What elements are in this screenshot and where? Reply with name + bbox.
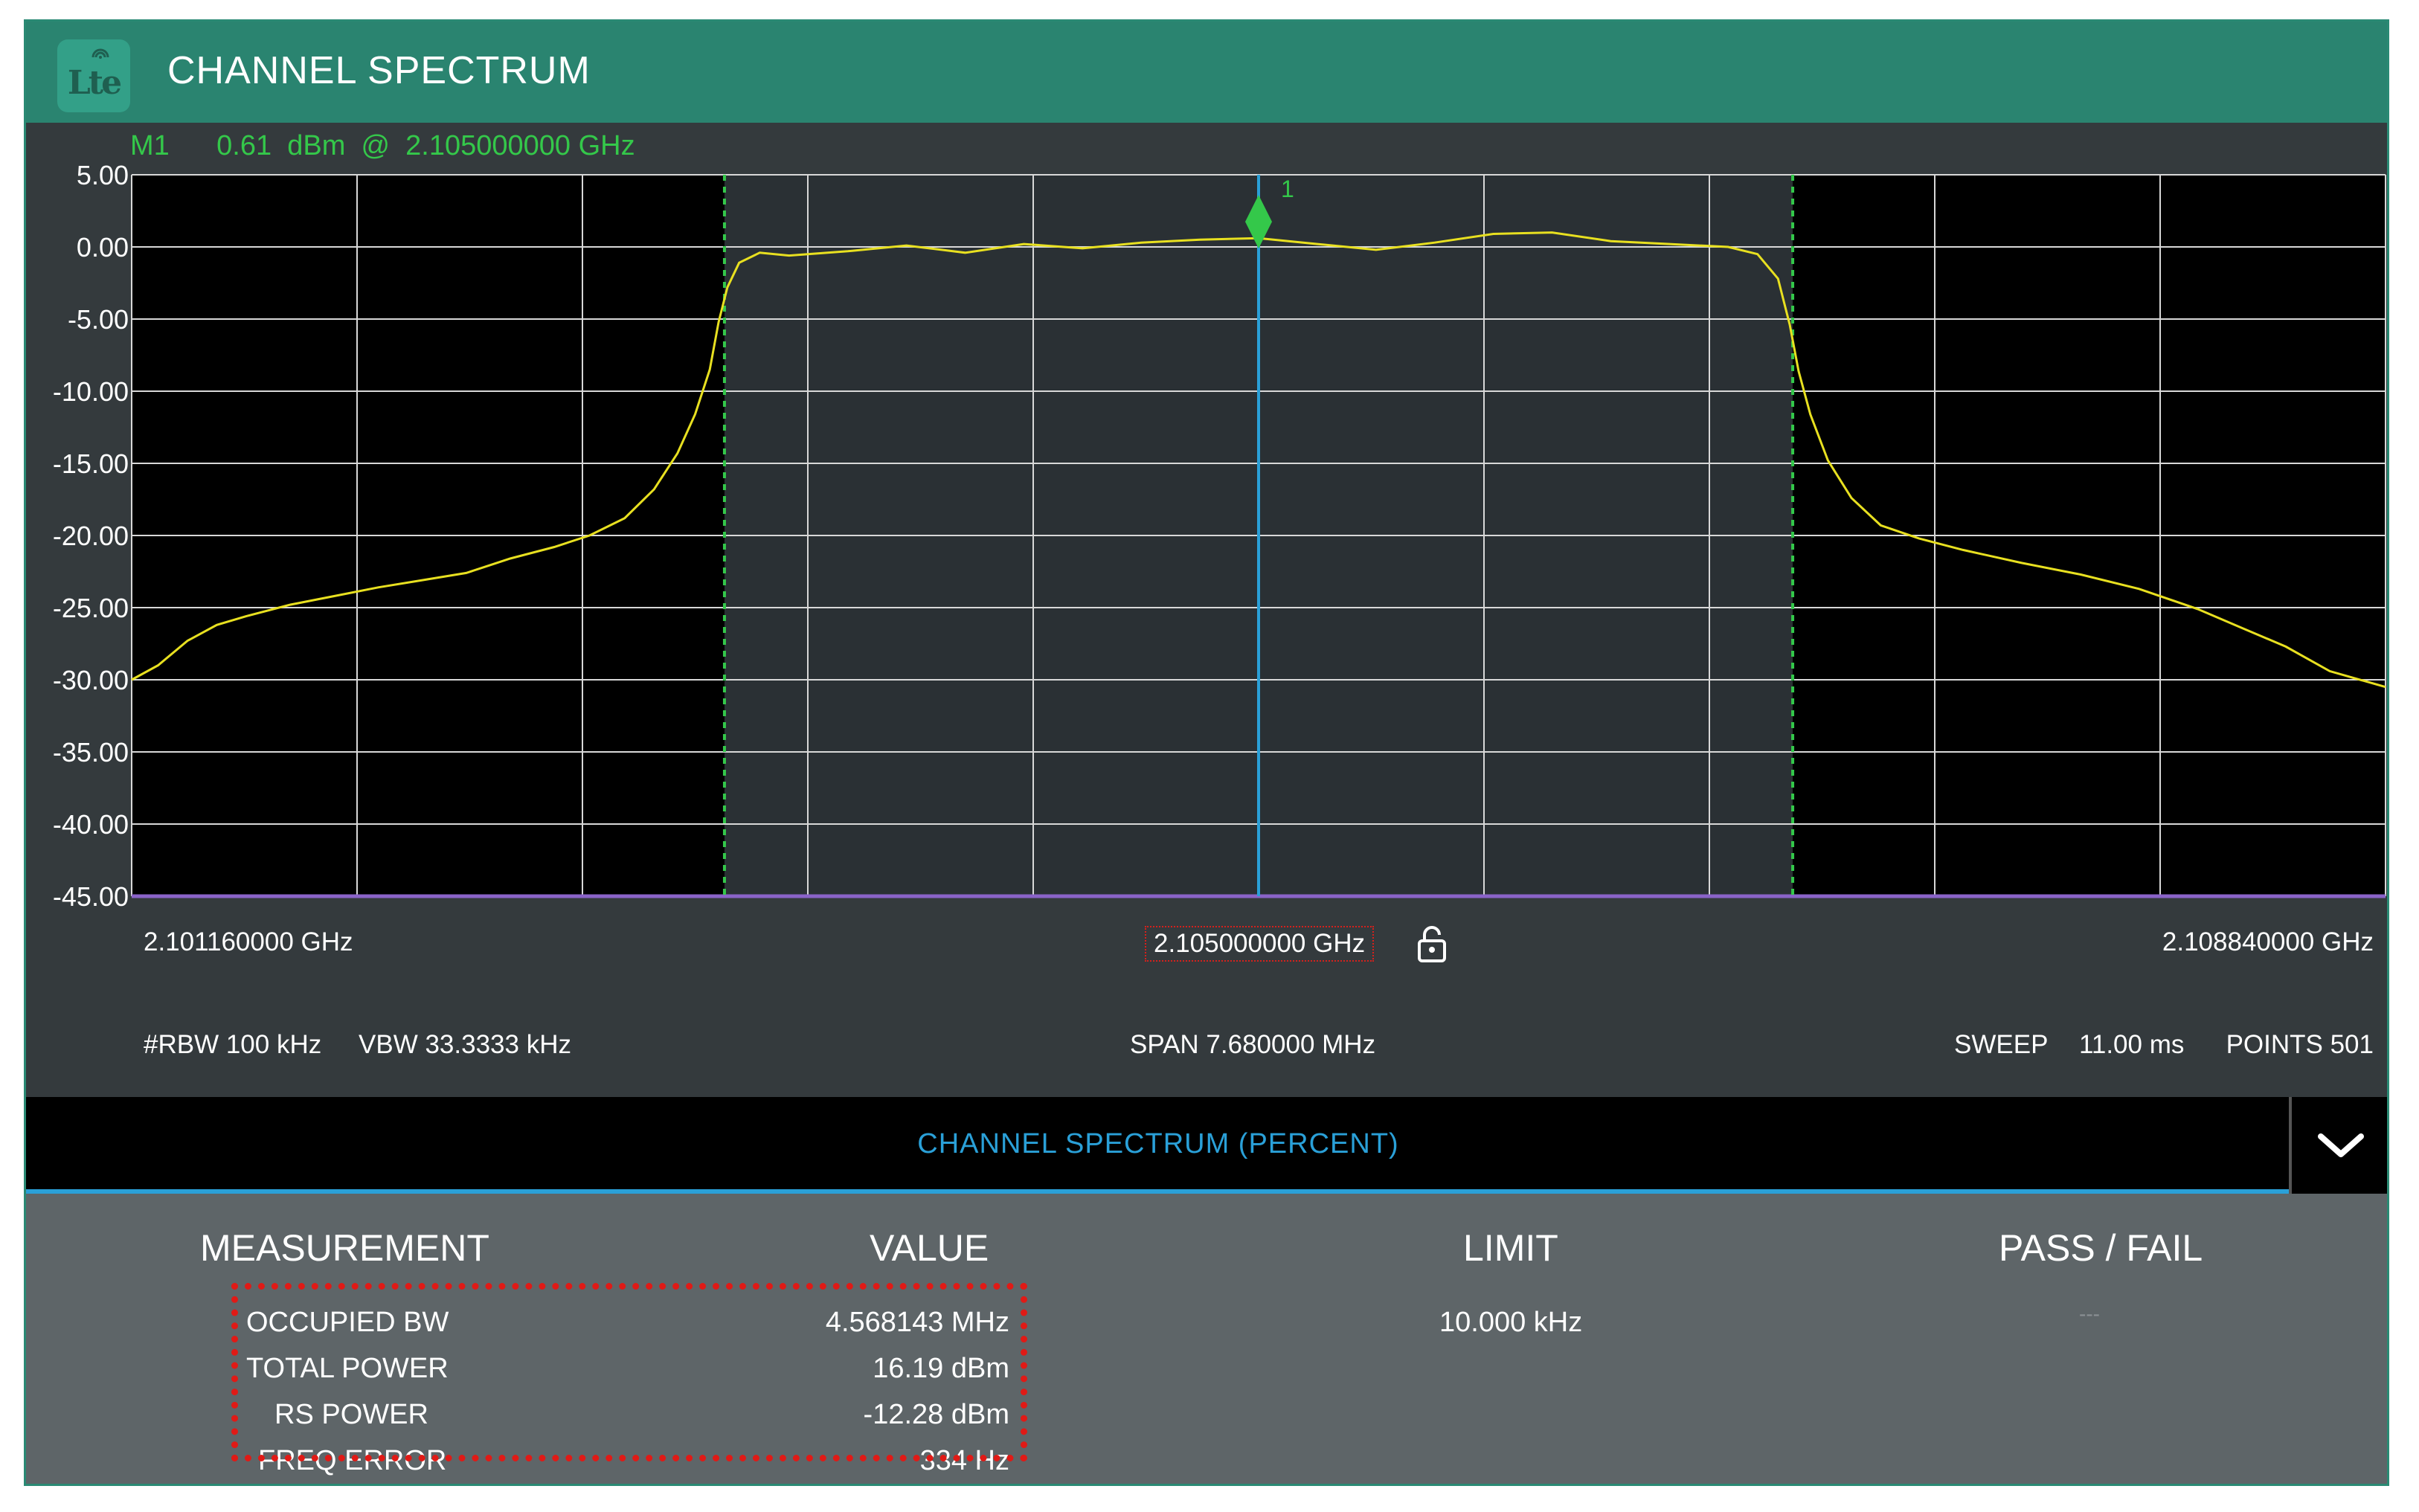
y-tick-label: -5.00 [68, 304, 129, 335]
y-tick-label: -45.00 [53, 881, 129, 912]
y-tick-label: -30.00 [53, 665, 129, 695]
y-tick-label: -25.00 [53, 593, 129, 623]
y-tick-label: -20.00 [53, 521, 129, 551]
header-measurement: MEASUREMENT [200, 1227, 489, 1269]
chevron-down-icon[interactable] [2289, 1097, 2387, 1194]
app-window: Lte CHANNEL SPECTRUM M1 0.61 dBm @ 2.105… [24, 19, 2389, 1486]
highlight-annotation [231, 1283, 1027, 1461]
y-tick-label: 5.00 [77, 160, 129, 190]
start-frequency: 2.101160000 GHz [144, 927, 353, 956]
y-tick-label: -40.00 [53, 809, 129, 840]
y-tick-label: -35.00 [53, 737, 129, 768]
center-frequency[interactable]: 2.105000000 GHz [1145, 926, 1375, 962]
tab-channel-spectrum-percent[interactable]: CHANNEL SPECTRUM (PERCENT) [26, 1128, 2290, 1160]
header-limit: LIMIT [1463, 1227, 1558, 1269]
vbw-setting[interactable]: VBW 33.3333 kHz [359, 1030, 571, 1060]
marker-number: 1 [1281, 176, 1294, 202]
y-tick-label: -10.00 [53, 376, 129, 407]
y-tick-label: -15.00 [53, 448, 129, 479]
pass-fail-value: --- [2079, 1302, 2100, 1325]
y-tick-label: 0.00 [77, 232, 129, 263]
header-pass-fail: PASS / FAIL [1999, 1227, 2203, 1269]
points-setting[interactable]: POINTS 501 [2226, 1030, 2374, 1060]
sweep-label: SWEEP [1954, 1030, 2049, 1059]
stop-frequency: 2.108840000 GHz [2162, 927, 2374, 956]
span-setting[interactable]: SPAN 7.680000 MHz [1130, 1030, 1375, 1060]
limit-value: 10.000 kHz [1439, 1307, 1583, 1338]
header-value: VALUE [870, 1227, 989, 1269]
rbw-setting[interactable]: #RBW 100 kHz [144, 1030, 321, 1060]
unlock-icon[interactable] [1416, 926, 1448, 963]
sweep-time[interactable]: 11.00 ms [2079, 1030, 2184, 1060]
spectrum-chart[interactable]: 5.00 0.00 -5.00 -10.00 -15.00 -20.00 -25.00 -30… [26, 22, 2389, 988]
